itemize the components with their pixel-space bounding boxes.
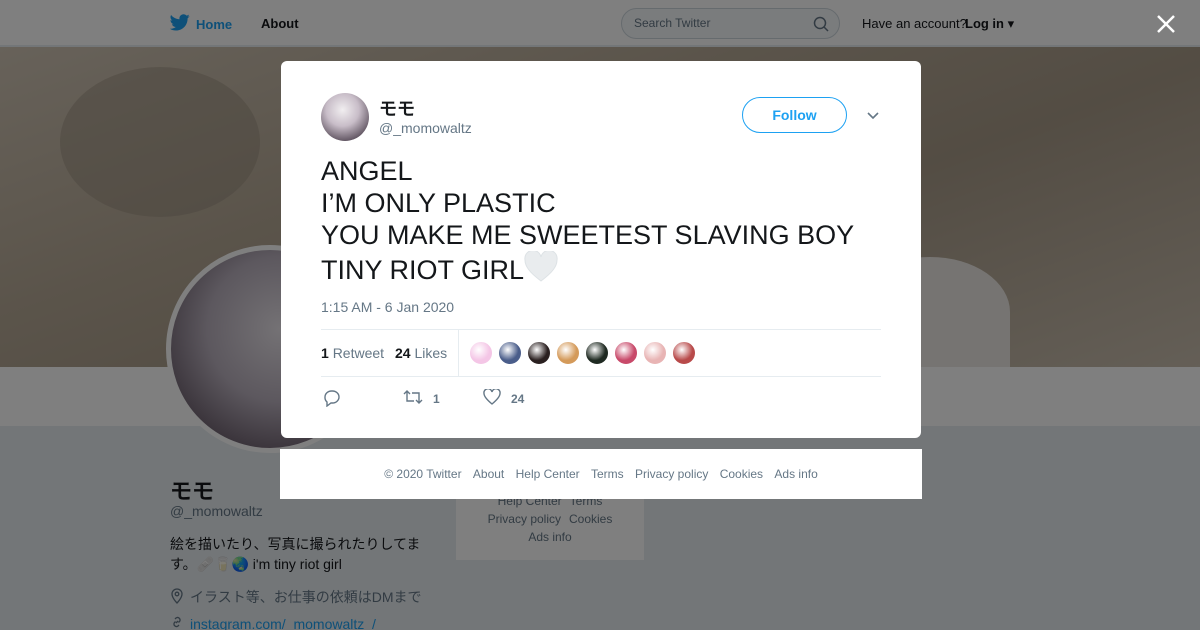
liker-avatars xyxy=(469,341,696,365)
tweet-text-line: TINY RIOT GIRL xyxy=(321,255,525,285)
footer-links: © 2020 Twitter About Help Center Terms P… xyxy=(280,467,922,481)
footer-link-cookies[interactable]: Cookies xyxy=(720,467,763,481)
chevron-down-icon xyxy=(865,109,881,126)
retweet-button[interactable]: 1 xyxy=(403,389,440,408)
footer-copyright: © 2020 Twitter xyxy=(384,467,462,481)
liker-avatar[interactable] xyxy=(614,341,638,365)
tweet-modal: モモ @_momowaltz Follow ANGEL I’M ONLY PLA… xyxy=(281,61,921,438)
liker-avatar[interactable] xyxy=(643,341,667,365)
tweet-text-line: I’M ONLY PLASTIC xyxy=(321,188,556,218)
modal-footer: © 2020 Twitter About Help Center Terms P… xyxy=(280,449,922,499)
footer-link-about[interactable]: About xyxy=(473,467,504,481)
liker-avatar[interactable] xyxy=(527,341,551,365)
footer-link-privacy[interactable]: Privacy policy xyxy=(635,467,708,481)
white-heart-emoji-icon xyxy=(524,249,558,290)
reply-button[interactable] xyxy=(323,389,341,410)
tweet-text-line: YOU MAKE ME SWEETEST SLAVING BOY xyxy=(321,220,855,250)
stats-divider xyxy=(458,330,459,376)
tweet-text: ANGEL I’M ONLY PLASTIC YOU MAKE ME SWEET… xyxy=(321,155,891,290)
close-icon xyxy=(1154,15,1178,40)
footer-link-ads-info[interactable]: Ads info xyxy=(774,467,817,481)
retweet-stat-label: Retweet xyxy=(332,345,385,361)
tweet-timestamp[interactable]: 1:15 AM - 6 Jan 2020 xyxy=(321,299,454,315)
liker-avatar[interactable] xyxy=(556,341,580,365)
retweet-stat[interactable]: 1 Retweet xyxy=(321,345,384,361)
tweet-text-line: ANGEL xyxy=(321,156,413,186)
tweet-author-avatar[interactable] xyxy=(321,93,369,141)
retweet-icon xyxy=(403,389,423,408)
liker-avatar[interactable] xyxy=(672,341,696,365)
tweet-more-menu[interactable] xyxy=(865,109,881,121)
heart-icon xyxy=(483,388,501,408)
like-stat[interactable]: 24 Likes xyxy=(395,345,447,361)
tweet-author-handle[interactable]: @_momowaltz xyxy=(379,120,472,136)
footer-link-help-center[interactable]: Help Center xyxy=(516,467,580,481)
like-stat-label: Likes xyxy=(414,345,448,361)
like-action-count: 24 xyxy=(511,391,525,406)
follow-button[interactable]: Follow xyxy=(742,97,847,133)
footer-link-terms[interactable]: Terms xyxy=(591,467,624,481)
liker-avatar[interactable] xyxy=(498,341,522,365)
liker-avatar[interactable] xyxy=(469,341,493,365)
tweet-actions: 1 24 xyxy=(321,388,621,410)
retweet-stat-count: 1 xyxy=(321,345,329,361)
tweet-author-name[interactable]: モモ xyxy=(379,95,415,121)
retweet-action-count: 1 xyxy=(433,391,440,406)
like-stat-count: 24 xyxy=(395,345,411,361)
tweet-stats: 1 Retweet 24 Likes xyxy=(321,329,881,377)
reply-icon xyxy=(323,389,341,410)
like-button[interactable]: 24 xyxy=(483,388,525,408)
close-modal-button[interactable] xyxy=(1154,12,1178,36)
liker-avatar[interactable] xyxy=(585,341,609,365)
tweet-text-line-last: TINY RIOT GIRL xyxy=(321,249,891,290)
